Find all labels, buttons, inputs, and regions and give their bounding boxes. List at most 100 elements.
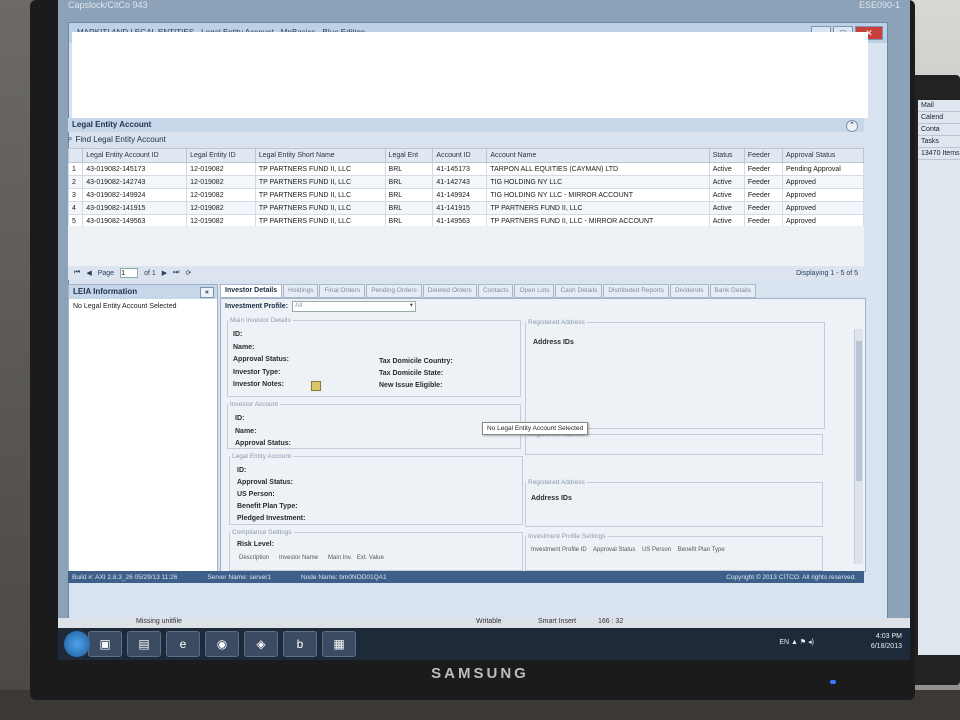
registered-address-fieldset-1: Registered Address: [525, 319, 825, 429]
prev-page-icon[interactable]: ◀: [86, 269, 91, 277]
cell-feeder: Feeder: [743, 162, 783, 176]
table-row[interactable]: 4 43-019082-141915 12-019082 TP PARTNERS…: [67, 201, 865, 215]
tab-dividends[interactable]: Dividends: [669, 284, 709, 298]
app-icon[interactable]: ◈: [244, 631, 278, 657]
find-lea-button[interactable]: ⌕ Find Legal Entity Account: [68, 134, 166, 144]
tab-contacts[interactable]: Contacts: [477, 284, 514, 298]
label-benefit-plan: Benefit Plan Type:: [237, 503, 298, 510]
cell-account-name: TARPON ALL EQUITIES (CAYMAN) LTD: [486, 162, 710, 176]
tab-cash-details[interactable]: Cash Details: [555, 284, 603, 298]
registered-address-legend-3: Registered Address: [528, 479, 585, 486]
col-header[interactable]: Approval Status: [781, 148, 865, 163]
label-tax-country: Tax Domicile Country:: [379, 358, 453, 365]
folder-icon[interactable]: ▤: [127, 631, 161, 657]
cell-account-name: TIG HOLDING NY LLC - MIRROR ACCOUNT: [486, 188, 710, 202]
tab-open-lots[interactable]: Open Lots: [514, 284, 555, 298]
clock[interactable]: 4:03 PM 6/18/2013: [871, 632, 902, 652]
tab-deleted-orders[interactable]: Deleted Orders: [422, 284, 477, 298]
outlook-nav-mail[interactable]: Mail: [918, 100, 960, 112]
registered-address-fieldset-3: Registered Address: [525, 479, 823, 527]
tray-icons[interactable]: EN ▲ ⚑ ◂): [779, 638, 814, 646]
first-page-icon[interactable]: ⏮: [74, 269, 80, 277]
compliance-columns: Description Investor Name Main Inv. Ext.…: [239, 555, 384, 561]
language-indicator[interactable]: EN: [779, 639, 789, 646]
lea-grid: Legal Entity Account ID Legal Entity ID …: [67, 148, 865, 228]
spreadsheet-icon[interactable]: ▦: [322, 631, 356, 657]
label-risk-level: Risk Level:: [237, 541, 274, 548]
tab-pending-orders[interactable]: Pending Orders: [366, 284, 422, 298]
desktop-top-left-text: Capslock/CitCo 943: [68, 0, 148, 10]
table-row[interactable]: 3 43-019082-149924 12-019082 TP PARTNERS…: [67, 188, 865, 202]
scroll-thumb[interactable]: [856, 341, 862, 481]
col-header[interactable]: Status: [708, 148, 745, 163]
col-header[interactable]: Account Name: [486, 148, 710, 163]
outlook-nav-calendar[interactable]: Calend: [918, 112, 960, 124]
investment-profile-label: Investment Profile:: [225, 303, 289, 310]
col-header[interactable]: Legal Ent: [384, 148, 434, 163]
cell-approval: Pending Approval: [781, 162, 865, 176]
page-input[interactable]: [120, 268, 139, 278]
cell-status: Active: [708, 201, 745, 215]
cell-le-id: 12-019082: [186, 201, 256, 215]
cell-feeder: Feeder: [743, 201, 783, 215]
label-new-issue: New Issue Eligible:: [379, 382, 443, 389]
cell-account-id: 41-142743: [432, 175, 488, 189]
tab-investor-details[interactable]: Investor Details: [220, 284, 283, 298]
cell-status: Active: [708, 188, 745, 202]
row-number: 3: [67, 188, 84, 202]
clock-time: 4:03 PM: [875, 633, 902, 640]
cell-short-name: TP PARTNERS FUND II, LLC: [254, 175, 386, 189]
col-header[interactable]: Legal Entity Account ID: [82, 148, 188, 163]
redacted-area: [72, 32, 868, 118]
row-number: 1: [67, 162, 84, 176]
screenshot-app-icon[interactable]: ▣: [88, 631, 122, 657]
outlook-nav-tasks[interactable]: Tasks: [918, 136, 960, 148]
cell-lea-id: 43-019082-145173: [82, 162, 188, 176]
investment-profile-select[interactable]: All: [292, 301, 417, 312]
investment-profile-row: Investment Profile: All: [225, 301, 417, 312]
label-pledged: Pledged Investment:: [237, 515, 306, 522]
investor-details-panel: Investment Profile: All Main Investor De…: [220, 298, 866, 572]
writable-text: Writable: [476, 618, 502, 625]
notes-icon[interactable]: [311, 381, 321, 391]
page-of-label: of 1: [144, 269, 156, 277]
outlook-nav-contacts[interactable]: Conta: [918, 124, 960, 136]
app-b-icon[interactable]: b: [283, 631, 317, 657]
details-scrollbar[interactable]: [854, 329, 863, 564]
desktop-top-right-text: ESE090-1: [858, 0, 900, 10]
build-info: Build #: AXI 2.8.3_26 05/29/13 11:26: [72, 573, 178, 581]
cell-lea-id: 43-019082-141915: [82, 201, 188, 215]
tab-final-orders[interactable]: Final Orders: [319, 284, 366, 298]
table-row[interactable]: 1 43-019082-145173 12-019082 TP PARTNERS…: [67, 162, 865, 176]
next-page-icon[interactable]: ▶: [162, 269, 167, 277]
refresh-icon[interactable]: ⟳: [185, 269, 191, 277]
cell-le-id: 12-019082: [186, 175, 256, 189]
col-header[interactable]: Feeder: [743, 148, 783, 163]
col-header[interactable]: Legal Entity ID: [186, 148, 256, 163]
cell-approval: Approved: [781, 175, 865, 189]
collapse-up-icon[interactable]: ⌃: [846, 120, 858, 132]
collapse-left-icon[interactable]: «: [200, 287, 214, 298]
missing-file-text: Missing unitfile: [136, 618, 182, 625]
search-icon: ⌕: [68, 134, 73, 143]
tab-bank-details[interactable]: Bank Details: [709, 284, 757, 298]
tab-distributed-reports[interactable]: Distributed Reports: [603, 284, 669, 298]
cursor-position: 166 : 32: [598, 618, 624, 625]
chrome-icon[interactable]: ◉: [205, 631, 239, 657]
cell-short-name: TP PARTNERS FUND II, LLC: [254, 188, 386, 202]
cell-account-id: 41-141915: [432, 201, 488, 215]
table-row[interactable]: 2 43-019082-142743 12-019082 TP PARTNERS…: [67, 175, 865, 189]
second-monitor-screen: Mail Calend Conta Tasks 13470 Items: [918, 100, 960, 655]
cell-account-id: 41-145173: [432, 162, 488, 176]
ie-icon[interactable]: e: [166, 631, 200, 657]
start-button[interactable]: [64, 631, 90, 657]
cell-feeder: Feeder: [743, 188, 783, 202]
label-address-ids-2: Address IDs: [531, 495, 572, 502]
tab-holdings[interactable]: Holdings: [283, 284, 319, 298]
leia-title: LEIA Information: [73, 287, 138, 296]
col-header[interactable]: Legal Entity Short Name: [254, 148, 386, 163]
display-count: Displaying 1 - 5 of 5: [796, 269, 858, 277]
investor-account-legend: Investor Account: [230, 401, 279, 408]
last-page-icon[interactable]: ⏭: [173, 269, 179, 277]
col-header[interactable]: Account ID: [432, 148, 488, 163]
